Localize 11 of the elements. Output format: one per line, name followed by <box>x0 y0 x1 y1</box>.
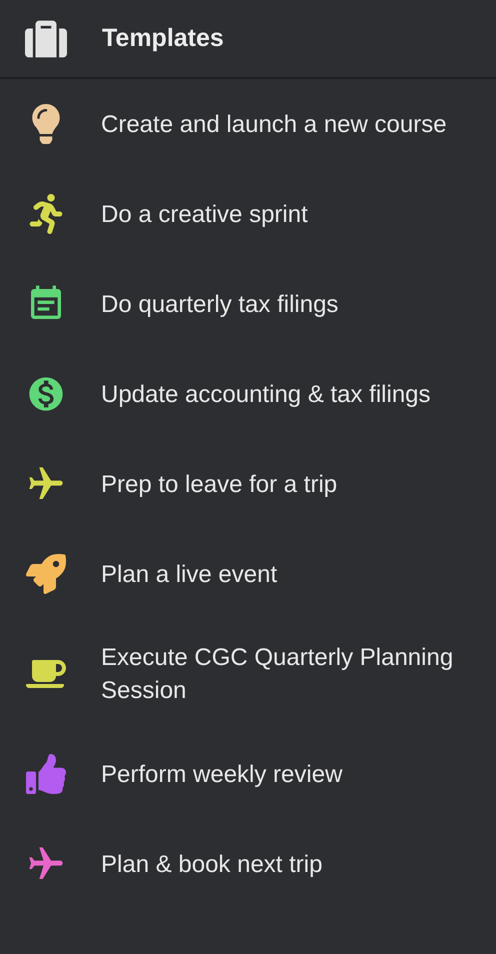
template-item[interactable]: Update accounting & tax filings <box>101 378 431 410</box>
template-item[interactable]: Do a creative sprint <box>101 198 308 230</box>
template-item[interactable]: Perform weekly review <box>101 758 342 790</box>
template-item[interactable]: Do quarterly tax filings <box>101 288 338 320</box>
suitcase-icon <box>25 18 67 60</box>
template-item[interactable]: Plan & book next trip <box>101 848 322 880</box>
header-title: Templates <box>102 24 224 53</box>
template-item[interactable]: Create and launch a new course <box>101 108 447 140</box>
template-item[interactable]: Execute CGC Quarterly Planning Session <box>101 641 476 707</box>
template-item[interactable]: Plan a live event <box>101 558 278 590</box>
template-item[interactable]: Prep to leave for a trip <box>101 468 338 500</box>
